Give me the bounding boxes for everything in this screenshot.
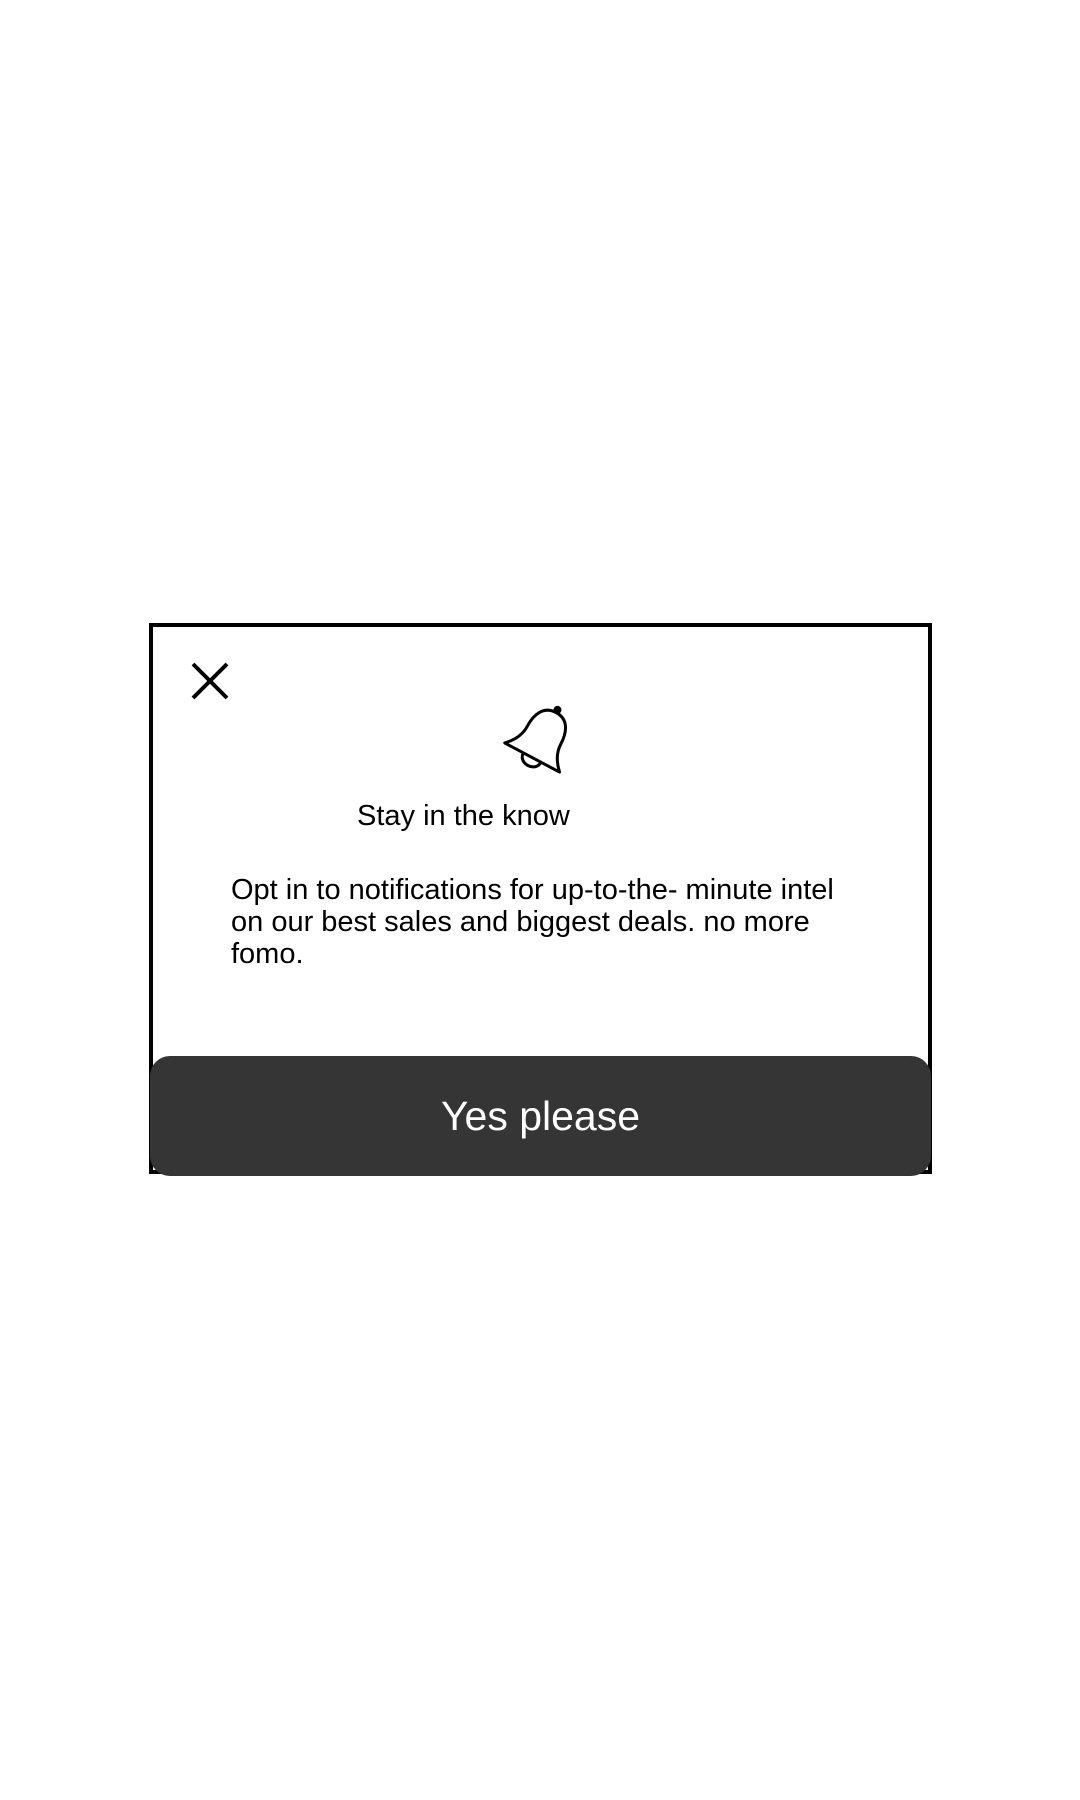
notification-opt-in-dialog: Stay in the know Opt in to notifications… xyxy=(149,623,932,1176)
dialog-title: Stay in the know xyxy=(357,800,570,832)
dialog-description: Opt in to notifications for up-to-the- m… xyxy=(231,874,834,970)
yes-please-button[interactable]: Yes please xyxy=(150,1056,931,1176)
bell-icon xyxy=(502,697,582,777)
close-icon xyxy=(189,660,231,702)
close-button[interactable] xyxy=(189,660,231,702)
